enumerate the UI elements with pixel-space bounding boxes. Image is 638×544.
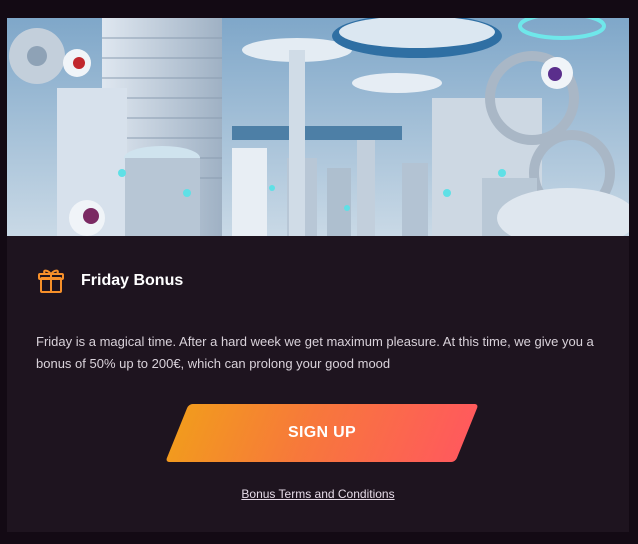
sign-up-button-label: SIGN UP <box>288 424 356 441</box>
promo-card: Friday Bonus Friday is a magical time. A… <box>7 18 629 532</box>
bonus-terms-link[interactable]: Bonus Terms and Conditions <box>241 487 394 501</box>
promo-description: Friday is a magical time. After a hard w… <box>36 334 594 371</box>
promo-title: Friday Bonus <box>81 272 184 289</box>
sign-up-button[interactable]: SIGN UP <box>165 404 479 462</box>
promo-banner-image <box>7 18 629 236</box>
gift-icon <box>37 267 65 295</box>
terms-row: Bonus Terms and Conditions <box>7 485 629 503</box>
promo-title-row: Friday Bonus <box>37 266 183 296</box>
